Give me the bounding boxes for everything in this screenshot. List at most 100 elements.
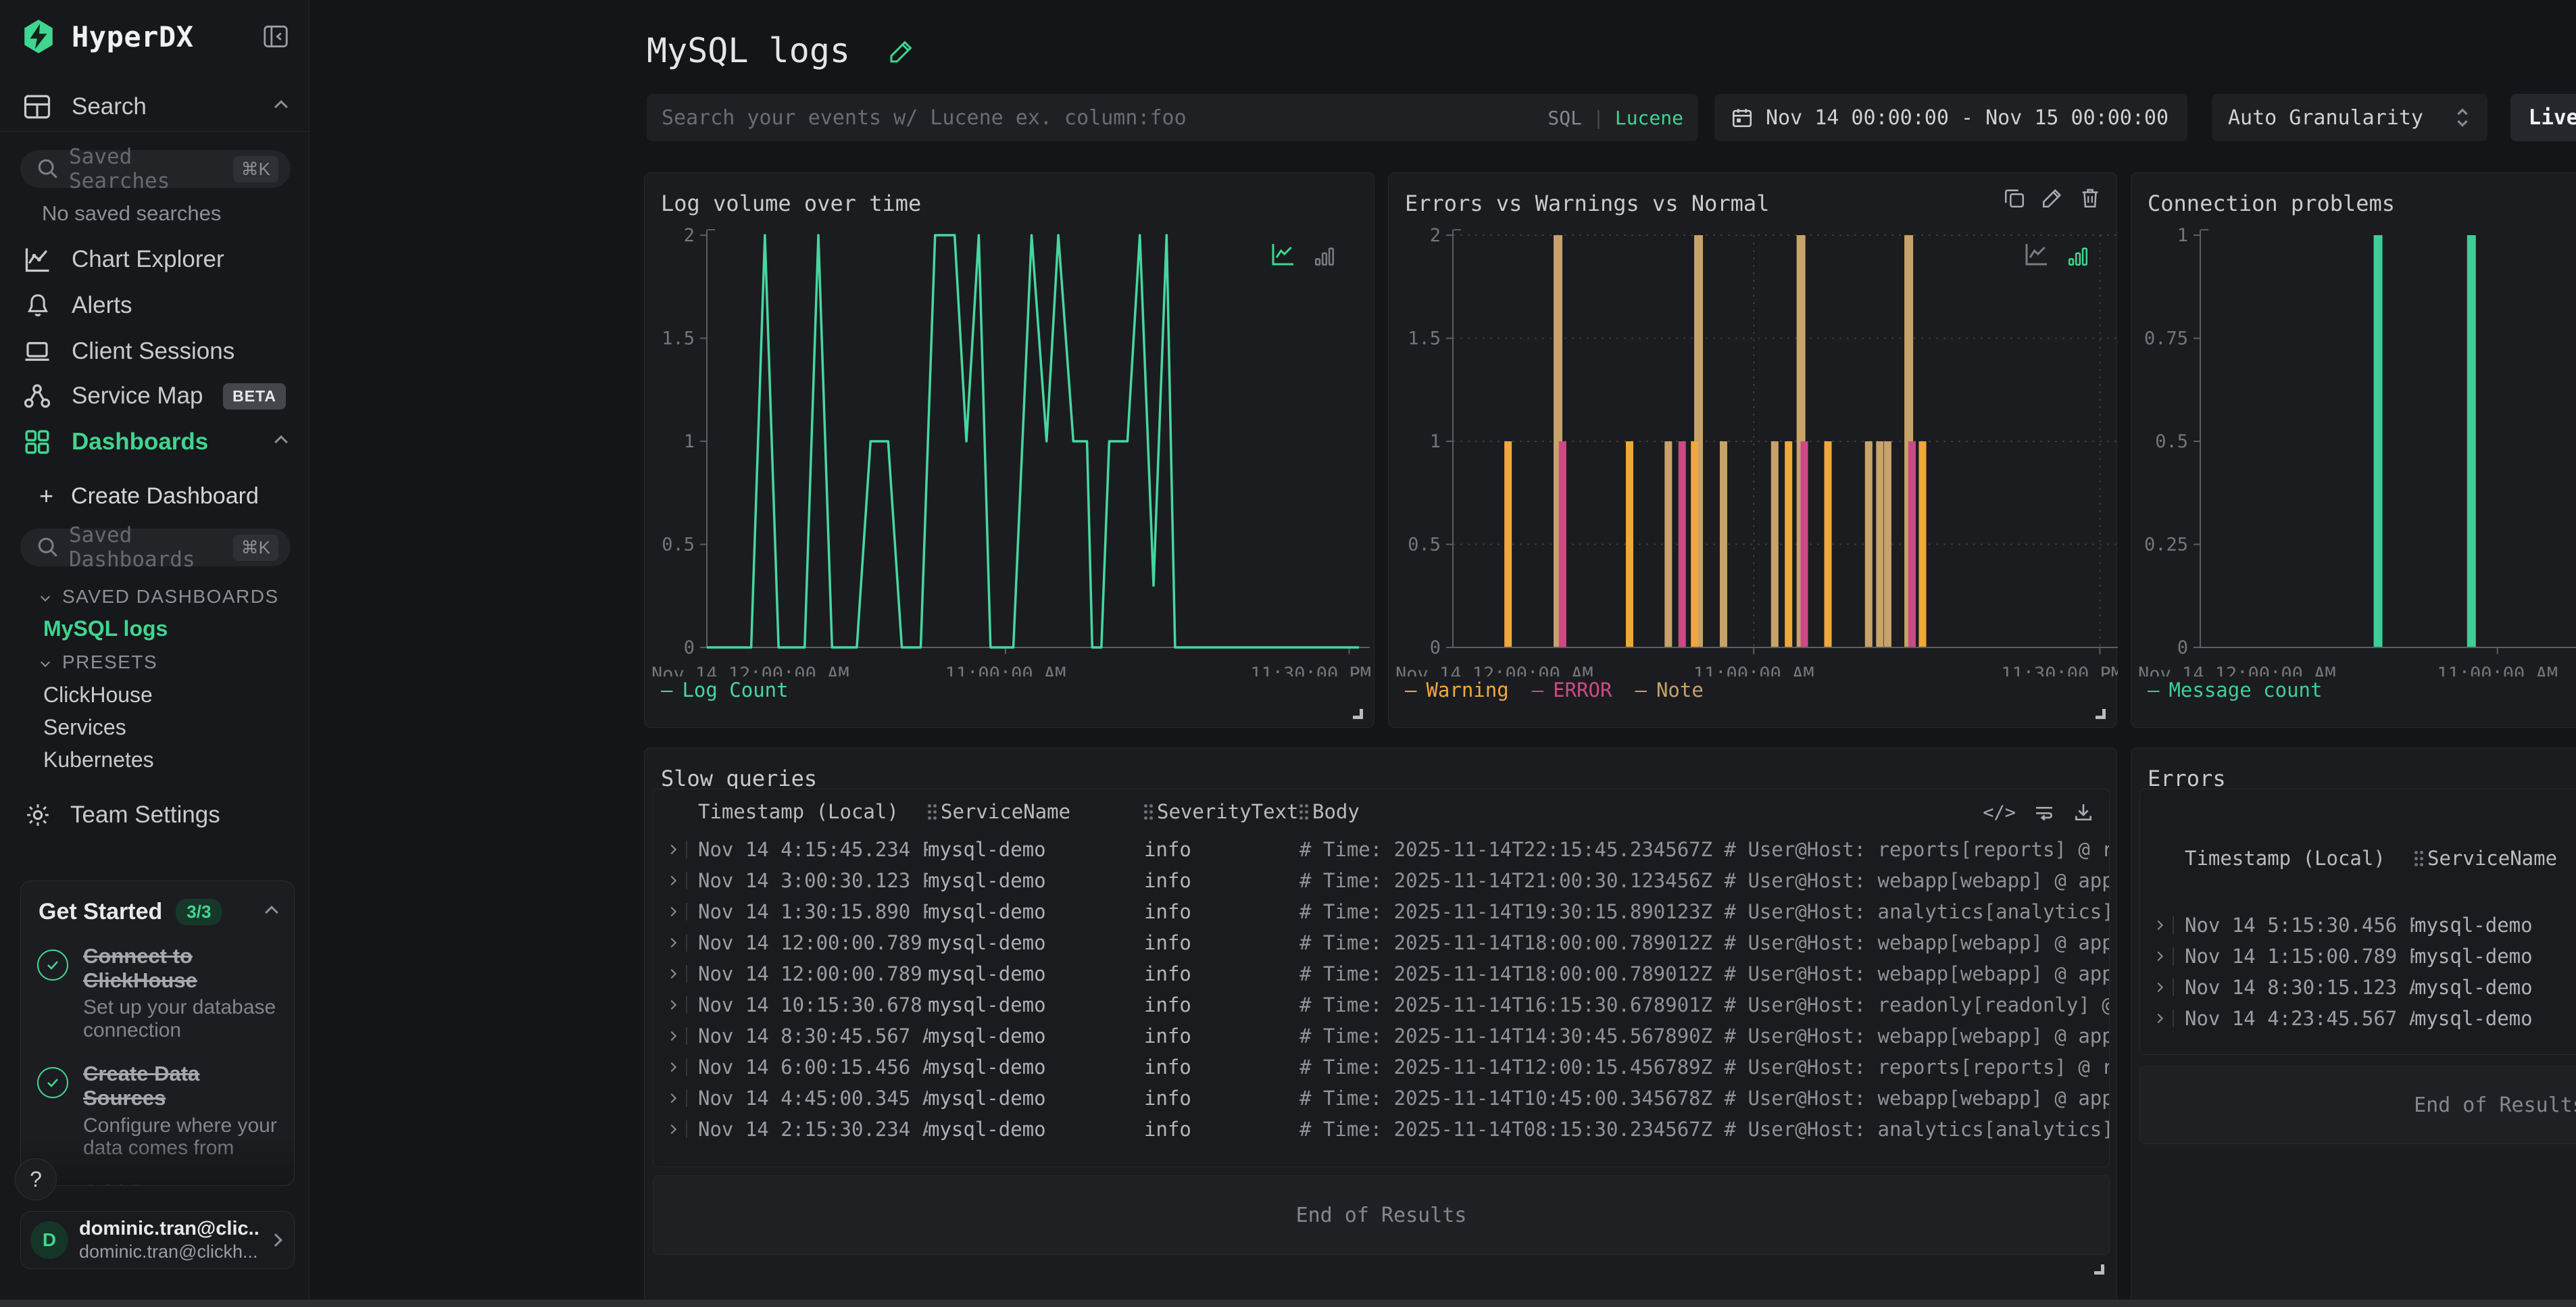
table-row[interactable]: Nov 14 1:30:15.890 PM mysql-demo info # … (653, 896, 2109, 927)
sidebar-item-clickhouse[interactable]: ClickHouse (0, 683, 309, 707)
table-row[interactable]: Nov 14 6:00:15.456 AM mysql-demo info # … (653, 1052, 2109, 1083)
sidebar-item-dashboards[interactable]: Dashboards (0, 420, 309, 464)
table-row[interactable]: Nov 14 1:15:00.789 PM mysql-demo error 2… (2140, 941, 2576, 972)
bar-view-icon[interactable] (2066, 245, 2089, 268)
table-row[interactable]: Nov 14 2:15:30.234 AM mysql-demo info # … (653, 1114, 2109, 1145)
table-row[interactable]: Nov 14 8:30:15.123 AM mysql-demo error 2… (2140, 972, 2576, 1003)
lucene-toggle[interactable]: Lucene (1615, 107, 1683, 129)
sidebar-item-client-sessions[interactable]: Client Sessions (0, 330, 309, 373)
cell-severity: info (1144, 838, 1299, 861)
expand-row-icon[interactable] (667, 969, 676, 979)
legend-item[interactable]: —Message count (2148, 679, 2322, 701)
horizontal-scrollbar[interactable] (0, 1300, 2576, 1307)
granularity-select[interactable]: Auto Granularity (2212, 94, 2487, 141)
expand-row-icon[interactable] (667, 1062, 676, 1072)
sidebar-item-search[interactable]: Search (0, 85, 309, 128)
table-header: Timestamp (Local) ServiceName SeverityTe… (653, 789, 2109, 834)
column-header[interactable]: ServiceName (928, 800, 1144, 823)
legend-item[interactable]: —Warning (1405, 679, 1509, 701)
saved-searches-input[interactable]: Saved Searches ⌘K (20, 150, 291, 188)
errors-table: </> Timestamp (Local) ServiceName Severi… (2139, 789, 2576, 1055)
cell-body: # Time: 2025-11-14T21:00:30.123456Z # Us… (1299, 869, 2109, 892)
sidebar-item-services[interactable]: Services (0, 715, 309, 739)
resize-handle[interactable] (1353, 709, 1363, 719)
expand-row-icon[interactable] (2154, 1014, 2163, 1023)
legend-item[interactable]: —ERROR (1532, 679, 1612, 701)
code-view-icon[interactable]: </> (1983, 802, 2016, 823)
expand-row-icon[interactable] (667, 1031, 676, 1041)
collapse-sidebar-icon[interactable] (263, 25, 289, 48)
column-header[interactable]: ServiceName (2414, 847, 2576, 870)
sidebar-item-alerts[interactable]: Alerts (0, 284, 309, 327)
sidebar-item-service-map[interactable]: Service Map BETA (0, 374, 309, 418)
page-title: MySQL logs (647, 31, 915, 70)
event-search-input[interactable]: Search your events w/ Lucene ex. column:… (647, 94, 1698, 141)
sidebar-item-label: Alerts (72, 292, 132, 319)
column-header[interactable]: Timestamp (Local) (2185, 847, 2414, 870)
get-started-item[interactable]: Create Data Sources Configure where your… (21, 1050, 294, 1167)
end-of-results: End of Results (653, 1175, 2110, 1255)
table-row[interactable]: Nov 14 12:00:00.789 PM mysql-demo info #… (653, 958, 2109, 989)
sidebar-item-chart-explorer[interactable]: Chart Explorer (0, 238, 309, 281)
live-button[interactable]: Live (2510, 94, 2576, 141)
create-dashboard-button[interactable]: + Create Dashboard (0, 477, 309, 515)
sidebar-item-mysql-logs[interactable]: MySQL logs (0, 616, 309, 641)
drag-handle-icon[interactable] (2414, 851, 2418, 854)
table-row[interactable]: Nov 14 3:00:30.123 PM mysql-demo info # … (653, 865, 2109, 896)
expand-row-icon[interactable] (667, 876, 676, 885)
chevron-up-icon[interactable] (274, 435, 288, 449)
help-button[interactable]: ? (15, 1158, 57, 1200)
edit-title-icon[interactable] (888, 38, 915, 65)
resize-handle[interactable] (2096, 709, 2106, 719)
get-started-item[interactable]: Connect to ClickHouse Set up your databa… (21, 932, 294, 1050)
table-row[interactable]: Nov 14 10:15:30.678 AM mysql-demo info #… (653, 989, 2109, 1020)
sidebar-item-kubernetes[interactable]: Kubernetes (0, 747, 309, 772)
svg-text:11:00:00 AM: 11:00:00 AM (1693, 664, 1814, 676)
expand-row-icon[interactable] (2154, 920, 2163, 930)
expand-row-icon[interactable] (667, 1093, 676, 1103)
chevron-down-icon (41, 592, 50, 601)
expand-row-icon[interactable] (2154, 983, 2163, 992)
table-row[interactable]: Nov 14 4:45:00.345 AM mysql-demo info # … (653, 1083, 2109, 1114)
drag-handle-icon[interactable] (1299, 804, 1303, 808)
table-row[interactable]: Nov 14 8:30:45.567 AM mysql-demo info # … (653, 1020, 2109, 1052)
sql-toggle[interactable]: SQL (1547, 107, 1582, 129)
saved-dashboards-section[interactable]: SAVED DASHBOARDS (0, 587, 309, 607)
wrap-lines-icon[interactable] (2033, 802, 2055, 823)
get-started-item[interactable]: Add Data Start sending logs, metrics, or… (21, 1168, 294, 1186)
table-row[interactable]: Nov 14 5:15:30.456 PM mysql-demo error 2… (2140, 910, 2576, 941)
table-row[interactable]: Nov 14 4:15:45.234 PM mysql-demo info # … (653, 834, 2109, 865)
cell-timestamp: Nov 14 1:15:00.789 PM (2185, 945, 2414, 968)
legend-item[interactable]: —Log Count (661, 679, 789, 701)
line-view-icon[interactable] (1270, 241, 1297, 268)
sidebar-item-team-settings[interactable]: Team Settings (0, 793, 309, 837)
column-header[interactable]: SeverityText (1144, 800, 1299, 823)
chart-view-toggles (1270, 241, 1336, 268)
resize-handle[interactable] (2094, 1264, 2104, 1275)
chevron-right-icon (269, 1233, 282, 1247)
expand-row-icon[interactable] (667, 938, 676, 947)
table-row[interactable]: Nov 14 4:23:45.567 AM mysql-demo error 2… (2140, 1003, 2576, 1034)
saved-dashboards-input[interactable]: Saved Dashboards ⌘K (20, 528, 291, 566)
expand-row-icon[interactable] (667, 845, 676, 854)
expand-row-icon[interactable] (2154, 952, 2163, 961)
column-header[interactable]: Timestamp (Local) (698, 800, 928, 823)
chevron-up-icon[interactable] (274, 100, 288, 114)
line-view-icon[interactable] (2023, 241, 2050, 268)
expand-row-icon[interactable] (667, 907, 676, 916)
date-range-input[interactable]: Nov 14 00:00:00 - Nov 15 00:00:00 (1714, 94, 2187, 141)
chevron-up-icon[interactable] (265, 906, 278, 919)
bar-view-icon[interactable] (1313, 245, 1336, 268)
table-row[interactable]: Nov 14 12:00:00.789 PM mysql-demo info #… (653, 927, 2109, 958)
cell-timestamp: Nov 14 4:15:45.234 PM (698, 838, 928, 861)
expand-row-icon[interactable] (667, 1125, 676, 1134)
download-icon[interactable] (2073, 802, 2094, 823)
user-menu[interactable]: D dominic.tran@clic... dominic.tran@clic… (20, 1211, 295, 1269)
legend-item[interactable]: —Note (1635, 679, 1703, 701)
drag-handle-icon[interactable] (928, 804, 931, 808)
expand-row-icon[interactable] (667, 1000, 676, 1010)
presets-section[interactable]: PRESETS (0, 652, 309, 672)
chart-panel-log-volume: Log volume over time 00.511.52Nov 14 12:… (644, 172, 1374, 728)
drag-handle-icon[interactable] (1144, 804, 1147, 808)
granularity-value: Auto Granularity (2228, 106, 2454, 130)
